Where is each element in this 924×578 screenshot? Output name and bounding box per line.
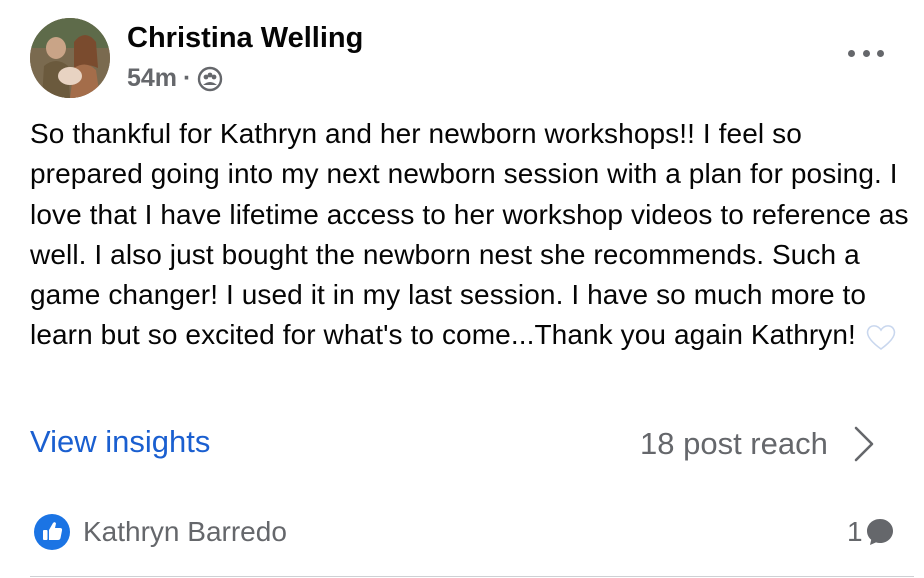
view-insights-link[interactable]: View insights: [30, 424, 210, 460]
white-heart-icon: [864, 322, 898, 352]
reactor-name[interactable]: Kathryn Barredo: [83, 516, 287, 548]
chevron-right-icon: [854, 426, 874, 462]
post-reach[interactable]: 18 post reach: [640, 424, 876, 464]
post-text: So thankful for Kathryn and her newborn …: [30, 118, 909, 351]
post-time[interactable]: 54m: [127, 64, 177, 93]
avatar-photo: [30, 18, 110, 98]
author-avatar[interactable]: [30, 18, 110, 98]
post-body: So thankful for Kathryn and her newborn …: [30, 114, 910, 356]
comment-count-value: 1: [847, 516, 863, 547]
author-name[interactable]: Christina Welling: [127, 22, 363, 55]
divider: [30, 576, 914, 577]
post-meta: 54m ·: [127, 64, 223, 93]
more-options-button[interactable]: [848, 38, 884, 68]
comment-bubble-icon: [866, 519, 893, 545]
group-icon: [197, 66, 223, 92]
comment-count[interactable]: 1: [847, 516, 895, 548]
post-reach-label: 18 post reach: [640, 426, 828, 461]
meta-separator: ·: [183, 64, 192, 92]
like-icon[interactable]: [34, 514, 70, 550]
more-dots-icon: [848, 49, 855, 57]
